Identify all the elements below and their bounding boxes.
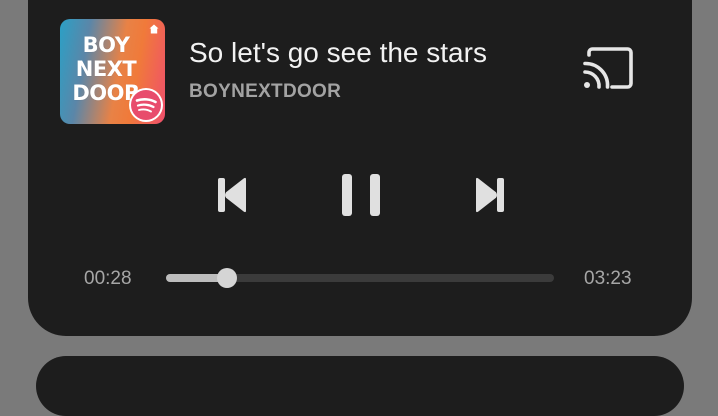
elapsed-time: 00:28	[84, 268, 132, 289]
home-icon	[149, 24, 159, 34]
next-card	[36, 356, 684, 416]
total-duration: 03:23	[584, 268, 632, 289]
album-art-logo-line: BOY	[82, 33, 130, 57]
pause-icon[interactable]	[338, 172, 384, 218]
skip-next-icon[interactable]	[472, 174, 508, 216]
cast-icon[interactable]	[582, 47, 634, 89]
skip-previous-icon[interactable]	[214, 174, 250, 216]
album-art[interactable]: BOY NEXT DOOR	[60, 19, 165, 124]
track-title: So let's go see the stars	[189, 37, 487, 68]
seek-bar[interactable]	[166, 268, 554, 288]
album-art-logo-line: NEXT	[75, 57, 137, 81]
spotify-icon	[129, 88, 163, 122]
artist-name: BOYNEXTDOOR	[189, 81, 342, 102]
